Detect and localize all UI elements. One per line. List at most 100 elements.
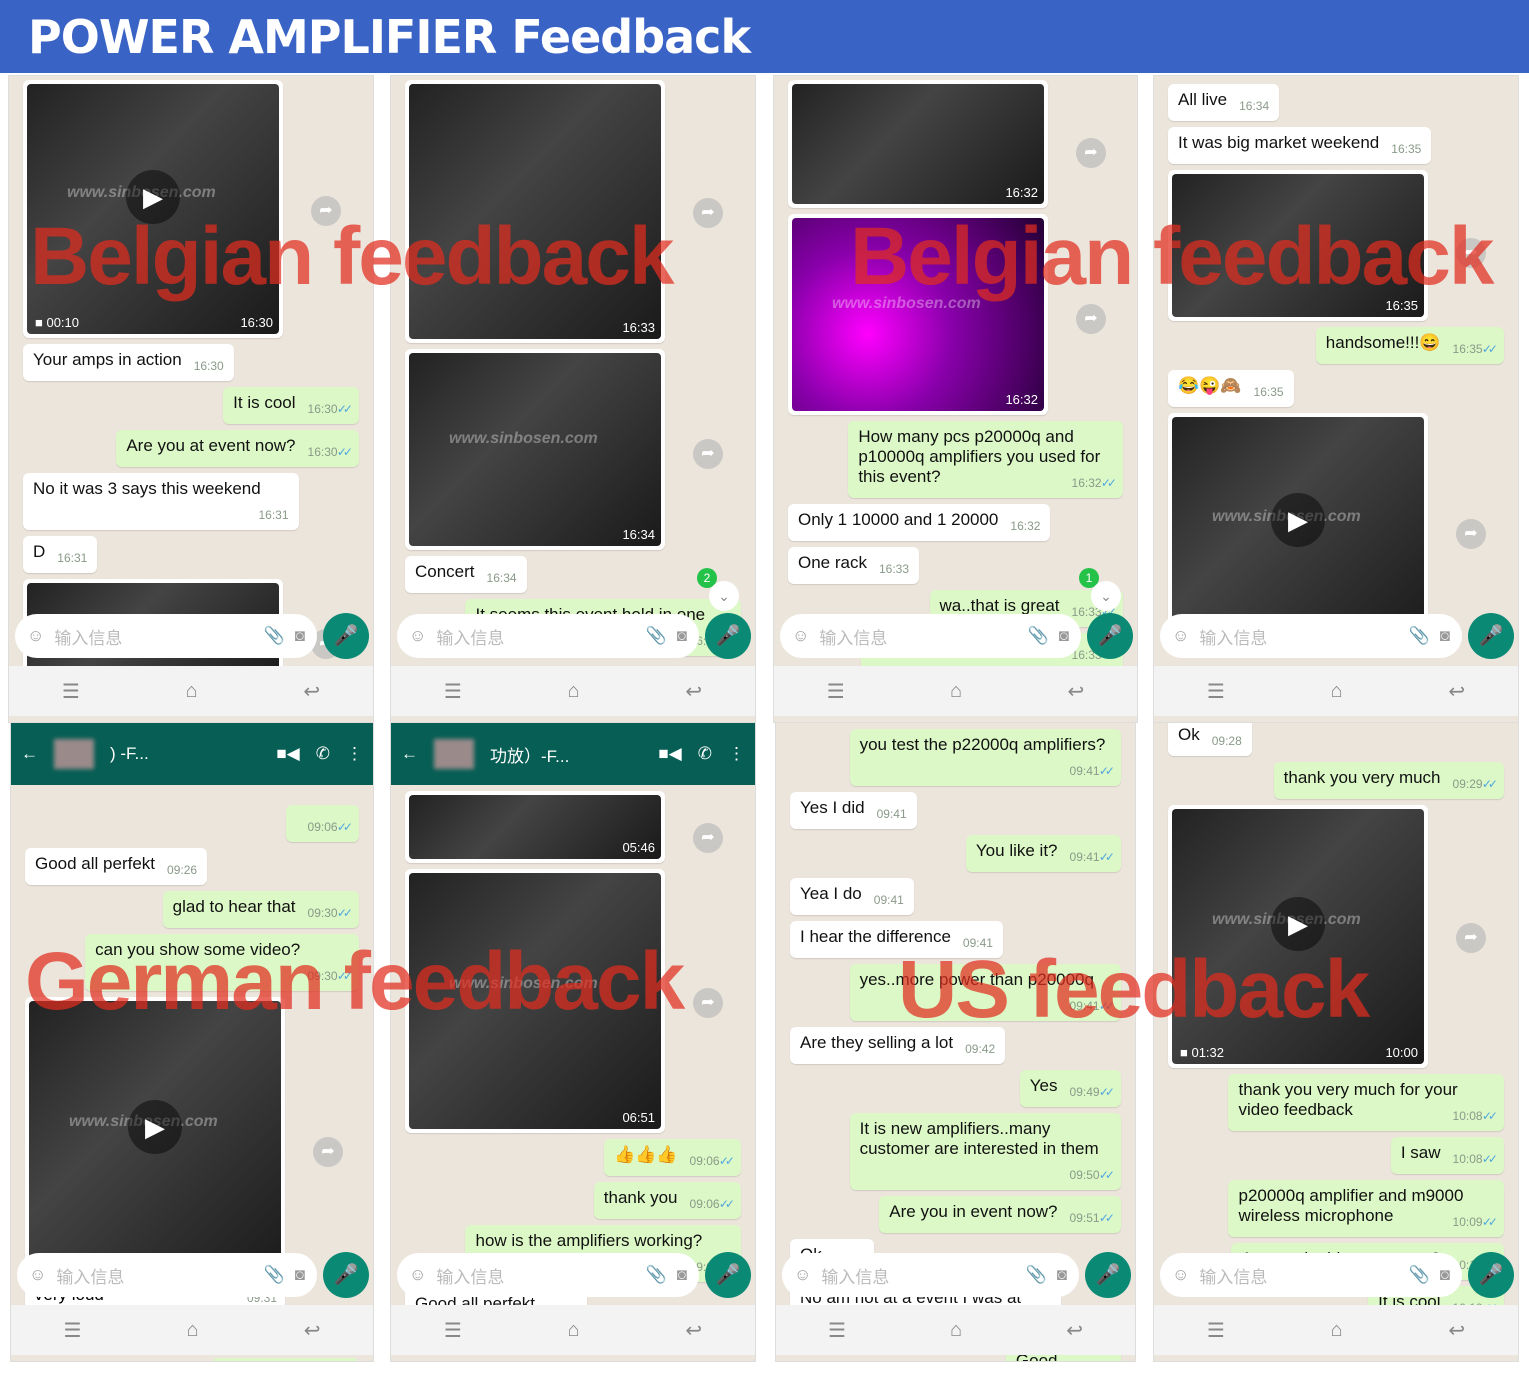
home-icon[interactable]: ⌂ [1331,680,1343,703]
image-message[interactable]: 05:46 ➦ [405,791,723,863]
attach-icon[interactable]: 📎 [264,1265,285,1285]
contact-name[interactable]: 功放）-F... [490,742,642,767]
mic-button[interactable]: 🎤 [323,1252,369,1298]
emoji-icon[interactable]: ☺ [1172,1265,1189,1285]
mic-button[interactable]: 🎤 [1085,1252,1131,1298]
video-thumbnail[interactable]: www.sinbosen.com▶■ 00:13 [29,1001,281,1281]
attach-icon[interactable]: 📎 [1409,1265,1430,1285]
camera-icon[interactable]: ◙ [1057,1265,1067,1285]
back-arrow-icon[interactable]: ← [21,744,38,764]
back-arrow-icon[interactable]: ← [401,744,418,764]
forward-icon[interactable]: ➦ [1076,137,1106,168]
photo[interactable]: 05:46 [409,795,661,859]
emoji-icon[interactable]: ☺ [792,626,809,646]
image-message[interactable]: www.sinbosen.com 16:34 ➦ [405,349,723,550]
camera-icon[interactable]: ◙ [1440,1265,1450,1285]
home-icon[interactable]: ⌂ [568,680,580,703]
attach-icon[interactable]: 📎 [1409,626,1430,646]
back-icon[interactable]: ↩ [1068,679,1085,704]
message-list[interactable]: 05:46➦www.sinbosen.com06:51➦👍👍👍09:06than… [391,789,755,1327]
scroll-down-button[interactable]: ⌄ [709,581,739,611]
emoji-icon[interactable]: ☺ [794,1265,811,1285]
menu-icon[interactable]: ☰ [1207,679,1225,704]
camera-icon[interactable]: ◙ [295,1265,305,1285]
message-input[interactable]: ☺ 输入信息 📎 ◙ [397,1253,699,1297]
video-thumbnail[interactable]: www.sinbosen.com ▶ [1172,417,1424,645]
message-input[interactable]: ☺ 输入信息 📎 ◙ [1160,614,1462,658]
menu-icon[interactable]: ☰ [62,679,80,704]
message-list[interactable]: www.sinbosen.com ▶ ■ 00:10 16:30 ➦ Your amps … [9,78,373,691]
forward-icon[interactable]: ➦ [1456,923,1486,954]
message-input[interactable]: ☺ 输入信息 📎 ◙ [17,1253,317,1297]
home-icon[interactable]: ⌂ [568,1319,580,1342]
forward-icon[interactable]: ➦ [693,823,723,854]
message-input[interactable]: ☺ 输入信息 📎 ◙ [15,614,317,658]
avatar[interactable] [434,739,474,769]
video-call-icon[interactable]: ■◀ [276,744,299,764]
camera-icon[interactable]: ◙ [1059,626,1069,646]
mic-button[interactable]: 🎤 [323,613,369,659]
emoji-icon[interactable]: ☺ [409,1265,426,1285]
image-message[interactable]: 16:32 ➦ [788,80,1106,208]
menu-icon[interactable]: ☰ [64,1318,82,1343]
back-icon[interactable]: ↩ [1066,1318,1083,1343]
menu-icon[interactable]: ☰ [827,679,845,704]
mic-button[interactable]: 🎤 [1468,1252,1514,1298]
forward-icon[interactable]: ➦ [1076,304,1106,335]
menu-icon[interactable]: ☰ [444,1318,462,1343]
menu-icon[interactable]: ☰ [444,679,462,704]
play-icon[interactable]: ▶ [1271,492,1325,547]
attach-icon[interactable]: 📎 [646,1265,667,1285]
menu-icon[interactable]: ⋮ [346,744,363,764]
message-list[interactable]: All live 16:34 It was big market weekend 16… [1154,82,1518,651]
camera-icon[interactable]: ◙ [677,1265,687,1285]
photo[interactable]: www.sinbosen.com 16:34 [409,353,661,546]
menu-icon[interactable]: ☰ [828,1318,846,1343]
phone-icon[interactable]: ✆ [316,744,330,764]
message-input[interactable]: ☺ 输入信息 📎 ◙ [1160,1253,1462,1297]
camera-icon[interactable]: ◙ [677,626,687,646]
photo[interactable]: 16:32 [792,84,1044,204]
back-icon[interactable]: ↩ [685,1318,702,1343]
camera-icon[interactable]: ◙ [295,626,305,646]
forward-icon[interactable]: ➦ [1456,519,1486,550]
home-icon[interactable]: ⌂ [187,1319,199,1342]
mic-button[interactable]: 🎤 [1468,613,1514,659]
message-input[interactable]: ☺ 输入信息 📎 ◙ [782,1253,1079,1297]
back-icon[interactable]: ↩ [1448,1318,1465,1343]
home-icon[interactable]: ⌂ [1331,1319,1343,1342]
contact-name[interactable]: ) -F... [110,744,260,764]
camera-icon[interactable]: ◙ [1440,626,1450,646]
home-icon[interactable]: ⌂ [950,680,962,703]
phone-icon[interactable]: ✆ [698,744,712,764]
emoji-icon[interactable]: ☺ [27,626,44,646]
emoji-icon[interactable]: ☺ [29,1265,46,1285]
back-icon[interactable]: ↩ [685,679,702,704]
mic-button[interactable]: 🎤 [705,613,751,659]
play-icon[interactable]: ▶ [128,1100,182,1154]
mic-button[interactable]: 🎤 [705,1252,751,1298]
mic-button[interactable]: 🎤 [1087,613,1133,659]
video-call-icon[interactable]: ■◀ [658,744,681,764]
back-icon[interactable]: ↩ [303,679,320,704]
attach-icon[interactable]: 📎 [1028,626,1049,646]
scroll-down-button[interactable]: ⌄ [1091,581,1121,611]
forward-icon[interactable]: ➦ [693,198,723,229]
attach-icon[interactable]: 📎 [264,626,285,646]
menu-icon[interactable]: ⋮ [728,744,745,764]
home-icon[interactable]: ⌂ [186,680,198,703]
forward-icon[interactable]: ➦ [693,439,723,470]
back-icon[interactable]: ↩ [304,1318,321,1343]
forward-icon[interactable]: ➦ [693,987,723,1018]
back-icon[interactable]: ↩ [1448,679,1465,704]
message-input[interactable]: ☺ 输入信息 📎 ◙ [397,614,699,658]
home-icon[interactable]: ⌂ [950,1319,962,1342]
avatar[interactable] [54,739,94,769]
attach-icon[interactable]: 📎 [646,626,667,646]
attach-icon[interactable]: 📎 [1026,1265,1047,1285]
emoji-icon[interactable]: ☺ [409,626,426,646]
forward-icon[interactable]: ➦ [313,1137,343,1168]
menu-icon[interactable]: ☰ [1207,1318,1225,1343]
emoji-icon[interactable]: ☺ [1172,626,1189,646]
message-input[interactable]: ☺ 输入信息 📎 ◙ [780,614,1081,658]
